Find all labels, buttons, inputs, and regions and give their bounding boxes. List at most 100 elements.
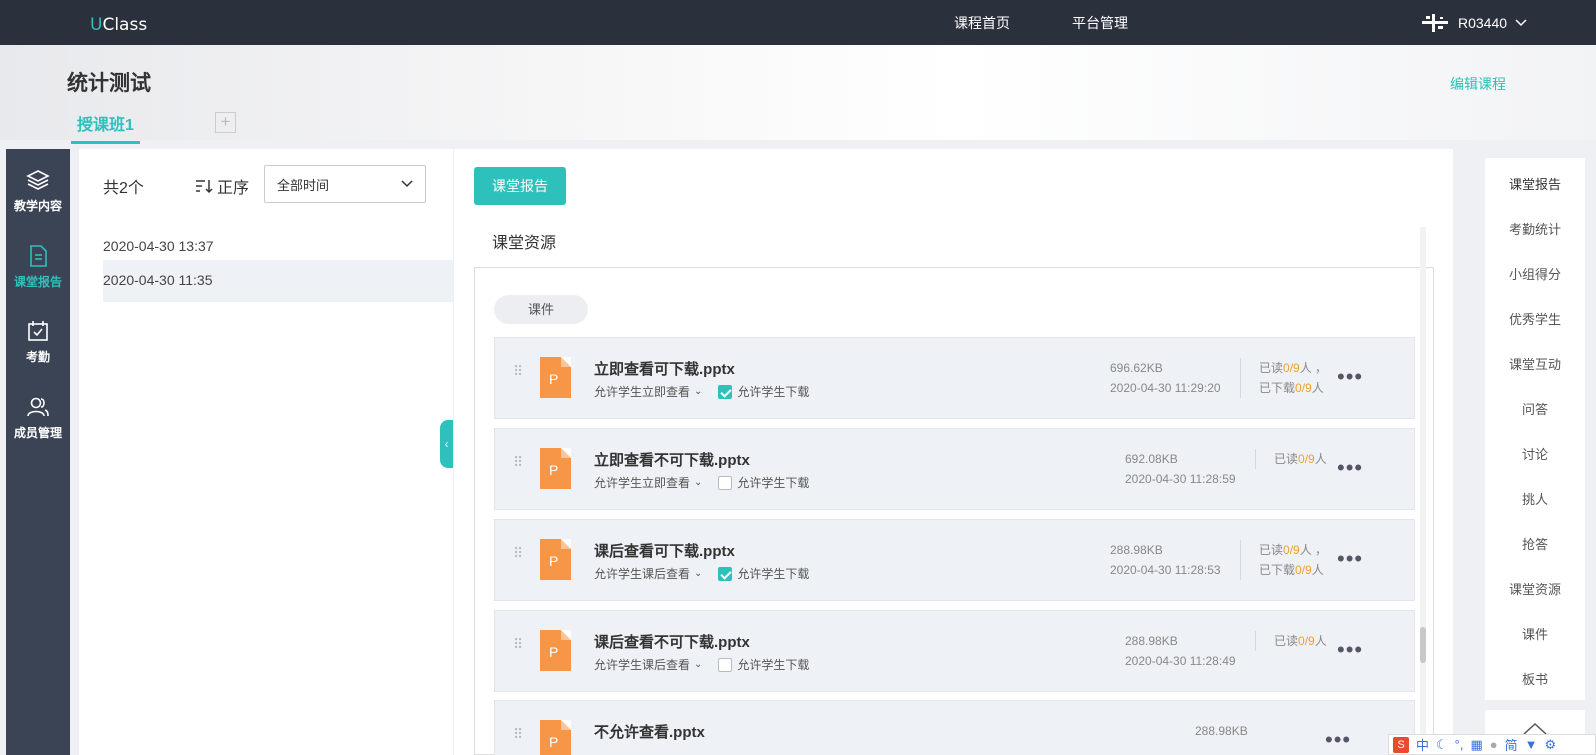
file-name[interactable]: 课后查看可下载.pptx (594, 540, 735, 561)
read-prefix: 已读 (1259, 543, 1284, 557)
chevron-down-icon (401, 180, 413, 188)
punctuation-icon[interactable]: °, (1455, 737, 1464, 752)
add-class-button[interactable]: + (215, 112, 236, 133)
user-icon[interactable]: ● (1490, 737, 1498, 752)
file-stats: 已读0/9人 ， 已下载0/9人 (1240, 358, 1327, 398)
pptx-file-icon: P (540, 720, 571, 755)
main-content: 课堂报告 课堂资源 课件 ⠿ P 立即查看可下载.pptx 允许学生立即查看 ⌄ … (454, 149, 1453, 755)
more-options-icon[interactable]: ••• (1337, 455, 1363, 481)
read-prefix: 已读 (1274, 452, 1299, 466)
edit-course-link[interactable]: 编辑课程 (1450, 74, 1506, 94)
download-checkbox[interactable] (718, 475, 733, 490)
scrollbar-track[interactable] (1420, 227, 1426, 755)
more-options-icon[interactable]: ••• (1337, 546, 1363, 572)
file-name[interactable]: 不允许查看.pptx (594, 721, 705, 742)
download-label: 允许学生下载 (737, 476, 810, 490)
username: R03440 (1458, 15, 1508, 31)
chevron-down-icon: ⌄ (694, 659, 703, 670)
download-prefix: 已下载 (1259, 381, 1296, 395)
sogou-logo-icon[interactable]: S (1393, 736, 1409, 753)
chevron-down-icon: ⌄ (694, 568, 703, 579)
anchor-class-interaction[interactable]: 课堂互动 (1485, 354, 1585, 373)
anchor-class-resources[interactable]: 课堂资源 (1485, 579, 1585, 598)
calendar-check-icon (28, 321, 48, 341)
ime-simplified[interactable]: 简 (1505, 735, 1518, 754)
session-item-selected[interactable]: 2020-04-30 11:35 (103, 260, 453, 302)
nav-course-home[interactable]: 课程首页 (954, 13, 1010, 33)
drag-handle-icon[interactable]: ⠿ (513, 364, 523, 378)
file-size: 692.08KB (1125, 452, 1178, 466)
view-permission-select[interactable]: 允许学生立即查看 (594, 474, 690, 491)
view-permission-select[interactable]: 允许学生课后查看 (594, 565, 690, 582)
download-checkbox[interactable] (718, 384, 733, 399)
anchor-excellent-students[interactable]: 优秀学生 (1485, 309, 1585, 328)
file-size: 288.98KB (1195, 724, 1248, 738)
sidebar-item-attendance[interactable]: 考勤 (6, 320, 70, 365)
file-size: 288.98KB (1110, 543, 1163, 557)
file-stats: 已读0/9人 ， 已下载0/9人 (1240, 540, 1327, 580)
more-options-icon[interactable]: ••• (1337, 364, 1363, 390)
courseware-tag[interactable]: 课件 (494, 295, 588, 324)
anchor-attendance-stats[interactable]: 考勤统计 (1485, 219, 1585, 238)
resources-title: 课堂资源 (492, 235, 557, 252)
resources-box: 课件 ⠿ P 立即查看可下载.pptx 允许学生立即查看 ⌄ 允许学生下载 696… (474, 267, 1434, 755)
sidebar-item-members[interactable]: 成员管理 (6, 396, 70, 441)
scrollbar-thumb[interactable] (1420, 627, 1426, 663)
download-label: 允许学生下载 (737, 385, 810, 399)
anchor-qa[interactable]: 问答 (1485, 399, 1585, 418)
user-menu[interactable]: R03440 (1420, 12, 1527, 34)
file-name[interactable]: 课后查看不可下载.pptx (594, 631, 750, 652)
anchor-blackboard[interactable]: 板书 (1485, 669, 1585, 688)
ime-mode[interactable]: 中 (1416, 735, 1429, 754)
file-meta: 696.62KB 2020-04-30 11:29:20 (1110, 358, 1221, 398)
more-options-icon[interactable]: ••• (1325, 727, 1351, 753)
file-name[interactable]: 立即查看可下载.pptx (594, 358, 735, 379)
drag-handle-icon[interactable]: ⠿ (513, 546, 523, 560)
sort-toggle[interactable]: 正序 (195, 174, 249, 198)
anchor-class-report[interactable]: 课堂报告 (1485, 174, 1585, 193)
skin-icon[interactable]: ▼ (1525, 737, 1538, 752)
sort-ascending-icon (196, 180, 213, 194)
read-suffix: 人 ， (1299, 543, 1328, 557)
file-time: 2020-04-30 11:29:20 (1110, 381, 1221, 395)
view-permission-select[interactable]: 允许学生课后查看 (594, 656, 690, 673)
nav-platform-admin[interactable]: 平台管理 (1072, 13, 1128, 33)
time-filter-select[interactable]: 全部时间 (264, 165, 426, 203)
anchor-pick[interactable]: 挑人 (1485, 489, 1585, 508)
pptx-file-icon: P (540, 539, 571, 580)
drag-handle-icon[interactable]: ⠿ (513, 455, 523, 469)
anchor-discussion[interactable]: 讨论 (1485, 444, 1585, 463)
download-count: 0/9 (1295, 563, 1312, 577)
more-options-icon[interactable]: ••• (1337, 637, 1363, 663)
sidebar-item-teaching-content[interactable]: 教学内容 (6, 169, 70, 214)
anchor-quick-answer[interactable]: 抢答 (1485, 534, 1585, 553)
drag-handle-icon[interactable]: ⠿ (513, 727, 523, 741)
tab-class-1[interactable]: 授课班1 (71, 111, 140, 144)
moon-icon[interactable]: ☾ (1436, 737, 1448, 753)
uclass-logo[interactable]: UClass (90, 15, 147, 35)
anchor-group-score[interactable]: 小组得分 (1485, 264, 1585, 283)
chevron-left-icon: ‹ (444, 437, 449, 451)
read-count: 0/9 (1298, 634, 1315, 648)
keyboard-icon[interactable]: ▦ (1470, 737, 1482, 753)
chevron-down-icon: ⌄ (694, 386, 703, 397)
sidebar-item-class-report[interactable]: 课堂报告 (6, 245, 70, 290)
download-checkbox[interactable] (718, 657, 733, 672)
time-filter-value: 全部时间 (277, 177, 330, 193)
chevron-down-icon: ⌄ (694, 477, 703, 488)
anchor-courseware[interactable]: 课件 (1485, 624, 1585, 643)
view-permission-select[interactable]: 允许学生立即查看 (594, 383, 690, 400)
download-checkbox[interactable] (718, 566, 733, 581)
ime-toolbar: S 中 ☾ °, ▦ ● 简 ▼ ⚙ (1388, 734, 1596, 755)
download-label: 允许学生下载 (737, 567, 810, 581)
download-count: 0/9 (1295, 381, 1312, 395)
file-name[interactable]: 立即查看不可下载.pptx (594, 449, 750, 470)
collapse-panel-button[interactable]: ‹ (440, 420, 453, 468)
document-icon (30, 245, 47, 267)
session-list-panel: 共2个 正序 全部时间 2020-04-30 13:37 2020-04-30 … (79, 149, 453, 755)
class-report-button[interactable]: 课堂报告 (474, 167, 566, 205)
read-count: 0/9 (1283, 543, 1300, 557)
drag-handle-icon[interactable]: ⠿ (513, 637, 523, 651)
settings-gear-icon[interactable]: ⚙ (1545, 737, 1557, 753)
read-prefix: 已读 (1259, 361, 1284, 375)
